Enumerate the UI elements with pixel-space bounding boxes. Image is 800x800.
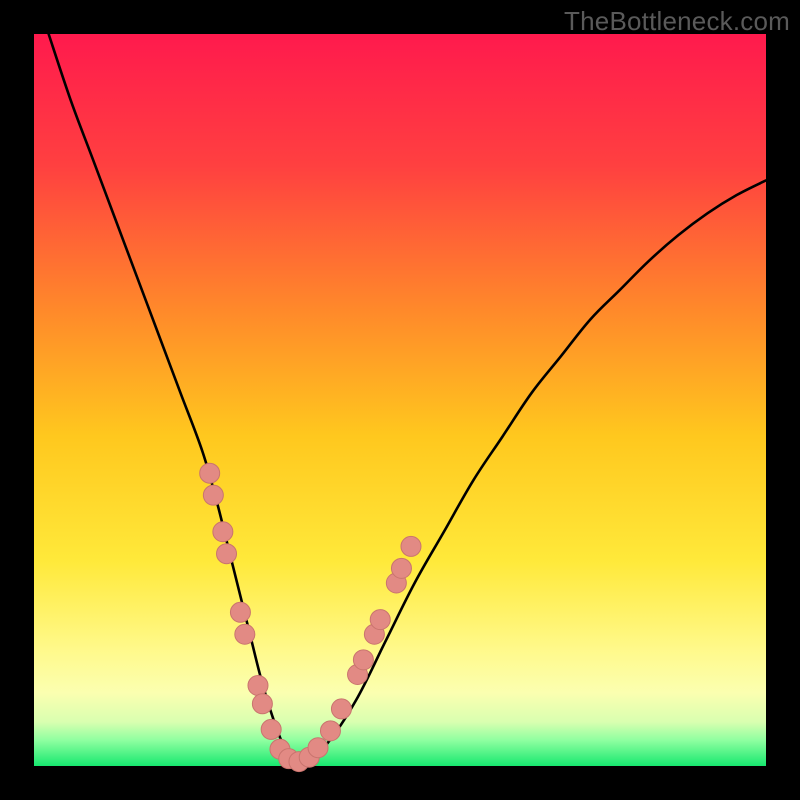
marker-dot bbox=[203, 485, 223, 505]
curve-path bbox=[49, 34, 766, 763]
marker-dot bbox=[401, 536, 421, 556]
marker-dot bbox=[391, 558, 411, 578]
chart-frame: TheBottleneck.com bbox=[0, 0, 800, 800]
marker-dot bbox=[320, 721, 340, 741]
watermark-text: TheBottleneck.com bbox=[564, 6, 790, 37]
marker-dot bbox=[370, 610, 390, 630]
chart-svg bbox=[34, 34, 766, 766]
marker-dot bbox=[353, 650, 373, 670]
marker-dot bbox=[331, 699, 351, 719]
marker-dot bbox=[308, 738, 328, 758]
marker-dot bbox=[235, 624, 255, 644]
marker-dot bbox=[252, 694, 272, 714]
marker-dot bbox=[230, 602, 250, 622]
marker-group-dots bbox=[200, 463, 421, 771]
marker-dot bbox=[200, 463, 220, 483]
plot-area bbox=[34, 34, 766, 766]
marker-dot bbox=[217, 544, 237, 564]
marker-dot bbox=[261, 719, 281, 739]
marker-dot bbox=[213, 522, 233, 542]
marker-dot bbox=[248, 675, 268, 695]
